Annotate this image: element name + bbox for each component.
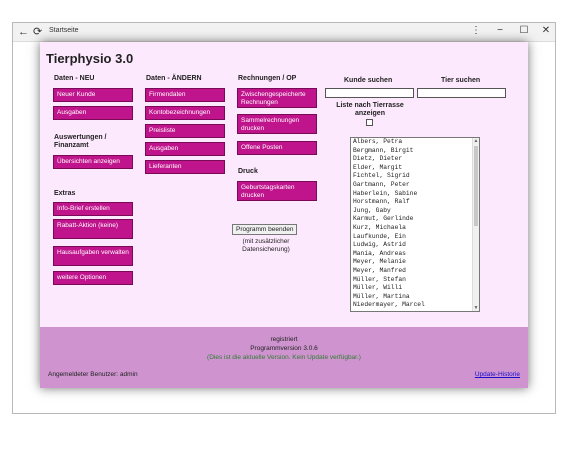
back-arrow-icon[interactable]: ← [18,25,29,39]
customer-list-item[interactable]: Gartmann, Peter [351,181,479,190]
expenses-new-button[interactable]: Ausgaben [53,106,133,120]
animal-search-label: Tier suchen [441,77,481,84]
customer-list-item[interactable]: Niedermayer, Marcel [351,301,479,310]
maximize-icon[interactable]: ☐ [517,25,531,36]
header-reports: Auswertungen / Finanzamt [54,134,107,149]
close-icon[interactable]: ✕ [539,25,553,36]
scroll-up-icon[interactable]: ▲ [473,138,479,144]
price-list-button[interactable]: Preisliste [145,124,225,138]
window-title: Startseite [49,27,79,34]
customer-list-item[interactable]: Dietz, Dieter [351,155,479,164]
customer-list-item[interactable]: Jung, Gaby [351,207,479,216]
customer-list-item[interactable]: Albers, Petra [351,138,479,147]
customer-list-item[interactable]: Meyer, Manfred [351,267,479,276]
registered-label: registriert [270,336,298,343]
collective-invoices-button[interactable]: Sammelrechnungen drucken [237,114,317,134]
customer-list: Albers, Petra Bergmann, Birgit Dietz, Diet… [351,138,479,310]
customer-list-item[interactable]: Ludwig, Astrid [351,241,479,250]
header-data-change: Daten - ÄNDERN [146,75,202,82]
overviews-button[interactable]: Übersichten anzeigen [53,155,133,169]
quit-note: (mit zusätzlicher Datensicherung) [242,238,290,253]
customer-list-item[interactable]: Müller, Willi [351,284,479,293]
homework-button[interactable]: Hausaufgaben verwalten [53,246,133,266]
breed-list-checkbox[interactable] [366,119,373,126]
birthday-cards-button[interactable]: Geburtstagskarten drucken [237,181,317,201]
quit-program-button[interactable]: Programm beenden [232,224,298,235]
customer-list-item[interactable]: Karmut, Gerlinde [351,215,479,224]
customer-list-item[interactable]: Meyer, Melanie [351,258,479,267]
cached-invoices-button[interactable]: Zwischengespeicherte Rechnungen [237,88,317,108]
company-data-button[interactable]: Firmendaten [145,88,225,102]
account-names-button[interactable]: Kontobezeichnungen [145,106,225,120]
app-title: Tierphysio 3.0 [46,51,134,66]
customer-list-item[interactable]: Elder, Margit [351,164,479,173]
reload-icon[interactable]: ⟳ [33,25,42,39]
customer-list-item[interactable]: Mania, Andreas [351,250,479,259]
expenses-change-button[interactable]: Ausgaben [145,142,225,156]
discount-campaign-button[interactable]: Rabatt-Aktion (keine) [53,219,133,239]
customer-list-item[interactable]: Horstmann, Ralf [351,198,479,207]
open-items-button[interactable]: Offene Posten [237,141,317,155]
info-letter-button[interactable]: Info-Brief erstellen [53,202,133,216]
scroll-thumb[interactable] [474,146,478,226]
breed-list-label: Liste nach Tierrasse anzeigen [336,102,404,117]
footer-bar: registriert Programmversion 3.0.6 (Dies … [40,327,528,388]
window-titlebar: ← ⟳ Startseite ⋮ − ☐ ✕ [13,23,555,42]
list-scrollbar[interactable]: ▲ ▼ [472,138,479,311]
app-panel: Tierphysio 3.0 Daten - NEU Neuer Kunde A… [40,42,528,388]
scroll-down-icon[interactable]: ▼ [473,305,479,311]
header-data-new: Daten - NEU [54,75,95,82]
customer-list-item[interactable]: Müller, Martina [351,293,479,302]
update-history-link[interactable]: Update-Historie [475,371,520,378]
header-extras: Extras [54,190,76,197]
suppliers-button[interactable]: Lieferanten [145,160,225,174]
customer-listbox[interactable]: Albers, Petra Bergmann, Birgit Dietz, Diet… [350,137,480,312]
customer-list-item[interactable]: Haberlein, Sabine [351,190,479,199]
more-options-button[interactable]: weitere Optionen [53,271,133,285]
animal-search-input[interactable] [417,88,506,98]
new-customer-button[interactable]: Neuer Kunde [53,88,133,102]
logged-in-user: Angemeldeter Benutzer: admin [48,371,138,378]
header-invoices: Rechnungen / OP [238,75,297,82]
minimize-icon[interactable]: − [493,25,507,36]
customer-search-label: Kunde suchen [344,77,393,84]
customer-list-item[interactable]: Müller, Stefan [351,276,479,285]
customer-list-item[interactable]: Laufkunde, Ein [351,233,479,242]
version-label: Programmversion 3.0.6 [250,345,318,352]
customer-list-item[interactable]: Fichtel, Sigrid [351,172,479,181]
header-print: Druck [238,168,258,175]
menu-icon[interactable]: ⋮ [469,25,483,36]
update-status: (Dies ist die aktuelle Version. Kein Upd… [207,354,361,361]
customer-list-item[interactable]: Bergmann, Birgit [351,147,479,156]
customer-search-input[interactable] [325,88,414,98]
customer-list-item[interactable]: Kurz, Michaela [351,224,479,233]
